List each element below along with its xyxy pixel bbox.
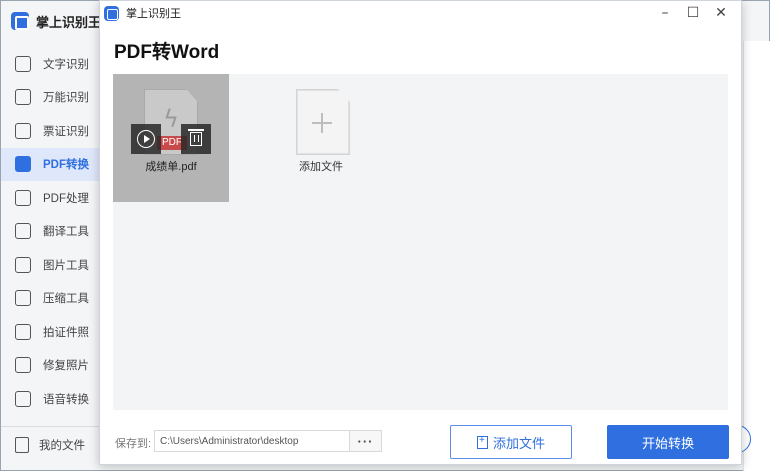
sidebar-item-label: 万能识别 [43, 92, 89, 105]
background-content-edge [743, 41, 770, 471]
sidebar: 文字识别 万能识别 票证识别 PDF转换 PDF处理 翻译工具 图片工具 压缩工… [1, 47, 101, 416]
id-photo-icon [15, 323, 31, 340]
file-card[interactable]: ϟ PDF 成绩单.pdf [113, 74, 229, 202]
sidebar-item-label: 语音转换 [43, 393, 89, 406]
play-icon [137, 130, 155, 148]
file-list-area[interactable]: ϟ PDF 成绩单.pdf 添加文件 [113, 74, 728, 410]
sidebar-item-universal-recognition[interactable]: 万能识别 [1, 81, 101, 115]
delete-file-button[interactable] [181, 124, 211, 154]
add-file-button[interactable]: 添加文件 [450, 425, 572, 459]
maximize-button[interactable]: ☐ [679, 3, 707, 23]
dialog-logo-icon [104, 5, 119, 21]
sidebar-item-voice-convert[interactable]: 语音转换 [1, 382, 101, 416]
pdf-convert-icon [15, 156, 31, 173]
sidebar-item-label: 票证识别 [43, 125, 89, 138]
sidebar-item-label: 翻译工具 [43, 226, 89, 239]
add-file-card-label: 添加文件 [299, 161, 343, 173]
start-convert-button[interactable]: 开始转换 [607, 425, 729, 459]
compress-icon [15, 290, 31, 307]
sidebar-item-label: 图片工具 [43, 259, 89, 272]
sidebar-item-my-files[interactable]: 我的文件 [1, 426, 101, 462]
ticket-recognition-icon [15, 122, 31, 139]
sidebar-item-photo-repair[interactable]: 修复照片 [1, 349, 101, 383]
app-logo-icon [11, 12, 29, 30]
sidebar-item-label: 文字识别 [43, 58, 89, 71]
sidebar-item-compress[interactable]: 压缩工具 [1, 282, 101, 316]
pdf-process-icon [15, 189, 31, 206]
pdf-to-word-dialog: 掌上识别王 – ☐ ✕ PDF转Word ϟ PDF 成绩单.pdf 添加文件 … [99, 0, 742, 465]
plus-icon-vertical [321, 113, 323, 133]
sidebar-item-label: PDF处理 [43, 192, 89, 205]
window-controls: – ☐ ✕ [651, 3, 735, 23]
dialog-title: 掌上识别王 [126, 8, 181, 20]
add-file-card[interactable]: 添加文件 [263, 74, 379, 202]
sidebar-item-label: 我的文件 [39, 439, 85, 452]
sidebar-item-image-tool[interactable]: 图片工具 [1, 248, 101, 282]
save-to-label: 保存到: [115, 438, 152, 450]
minimize-button[interactable]: – [651, 3, 679, 23]
photo-repair-icon [15, 357, 31, 374]
sidebar-item-text-recognition[interactable]: 文字识别 [1, 47, 101, 81]
app-titlebar: 掌上识别王 [1, 1, 101, 41]
close-button[interactable]: ✕ [707, 3, 735, 23]
sidebar-item-pdf-process[interactable]: PDF处理 [1, 181, 101, 215]
sidebar-item-label: 拍证件照 [43, 326, 89, 339]
sidebar-item-ticket-recognition[interactable]: 票证识别 [1, 114, 101, 148]
sidebar-item-id-photo[interactable]: 拍证件照 [1, 315, 101, 349]
sidebar-item-label: PDF转换 [43, 159, 89, 172]
acrobat-logo-icon: ϟ [163, 105, 179, 133]
preview-button[interactable] [131, 124, 161, 154]
my-files-icon [15, 436, 29, 453]
voice-convert-icon [15, 390, 31, 407]
page-title: PDF转Word [114, 42, 220, 63]
universal-recognition-icon [15, 89, 31, 106]
save-path-input[interactable] [154, 430, 350, 452]
trash-icon [188, 129, 204, 146]
browse-button[interactable]: ··· [349, 430, 382, 452]
add-file-button-label: 添加文件 [492, 435, 545, 451]
sidebar-item-label: 压缩工具 [43, 293, 89, 306]
sidebar-item-label: 修复照片 [43, 360, 89, 373]
translate-icon [15, 223, 31, 240]
dialog-titlebar: 掌上识别王 [100, 1, 741, 25]
file-name: 成绩单.pdf [145, 161, 197, 173]
app-title: 掌上识别王 [36, 14, 102, 30]
text-recognition-icon [15, 55, 31, 72]
image-tool-icon [15, 256, 31, 273]
add-file-icon [476, 434, 488, 449]
sidebar-item-translate[interactable]: 翻译工具 [1, 215, 101, 249]
sidebar-item-pdf-convert[interactable]: PDF转换 [1, 147, 101, 181]
